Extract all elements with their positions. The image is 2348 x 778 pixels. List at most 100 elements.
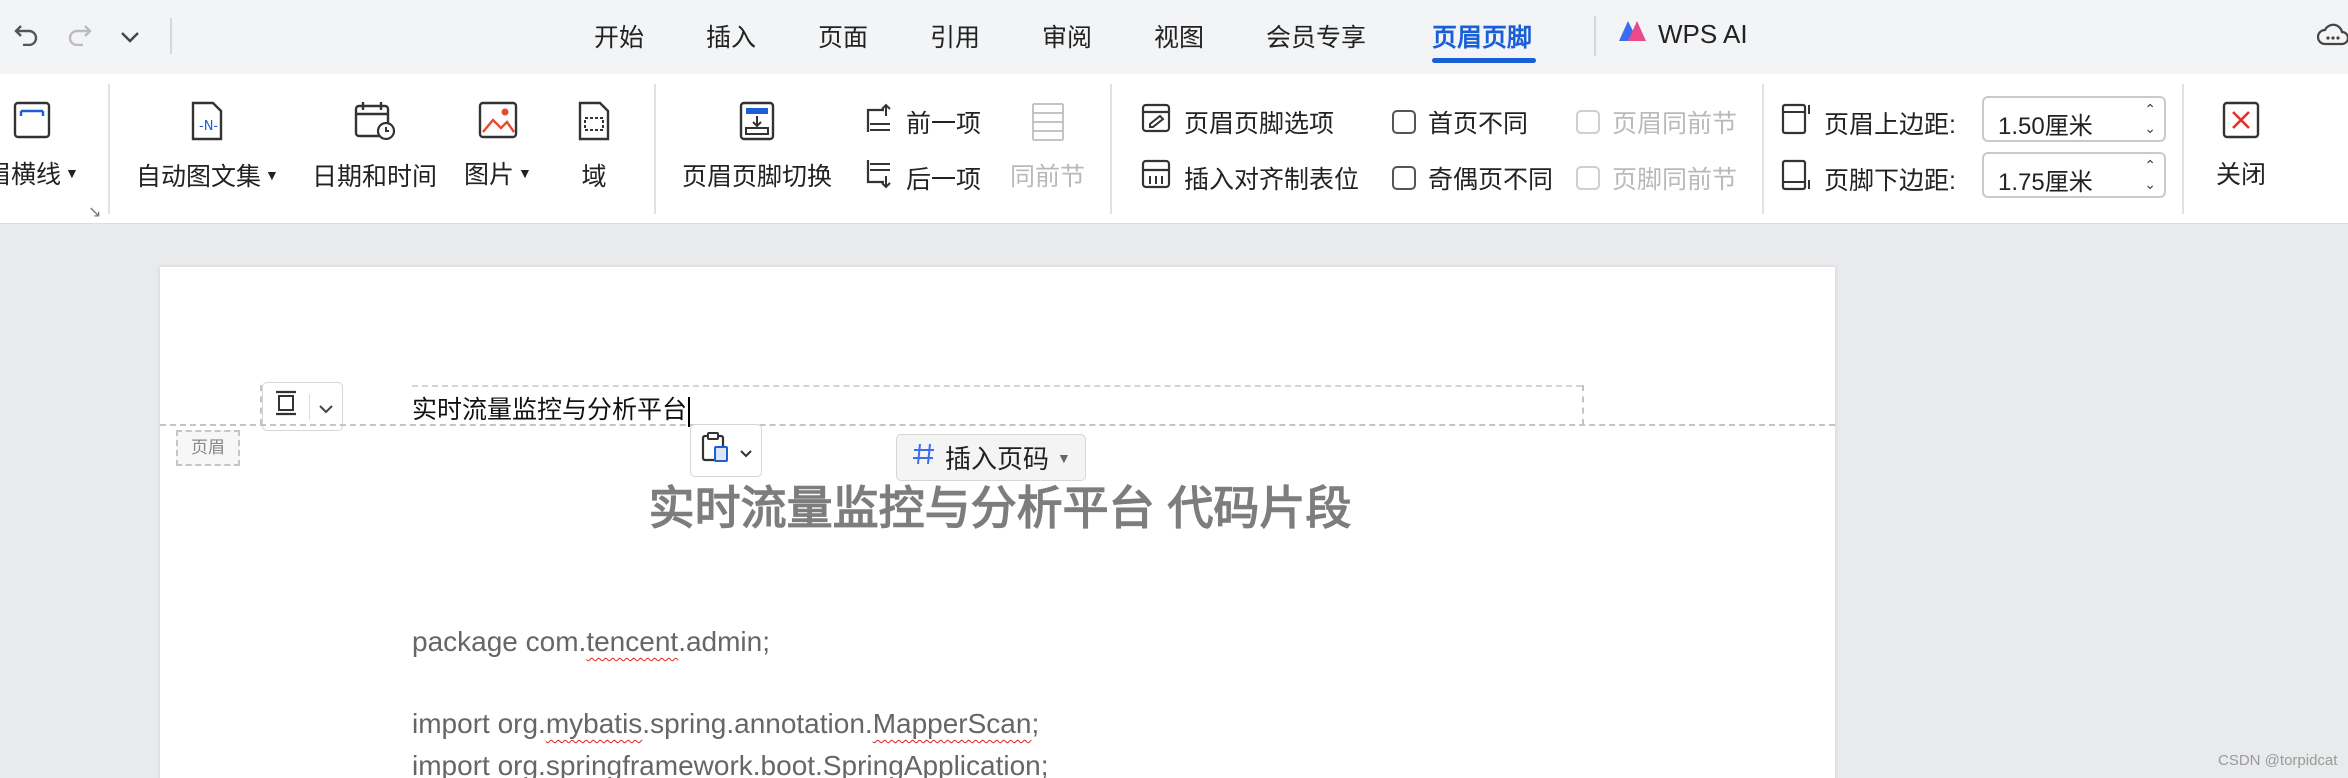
chevron-down-icon: ▼	[518, 165, 532, 181]
checkbox-box[interactable]	[1576, 166, 1600, 190]
tab-view[interactable]: 视图	[1154, 18, 1204, 54]
spin-down-icon[interactable]: ⌄	[2144, 175, 2156, 194]
auto-text-label: 自动图文集	[136, 163, 262, 191]
wps-ai-label: WPS AI	[1658, 19, 1748, 49]
same-as-previous-label: 同前节	[1010, 163, 1086, 191]
active-tab-indicator	[1432, 58, 1536, 63]
cloud-icon[interactable]	[2316, 20, 2348, 55]
header-layout-icon	[271, 389, 301, 424]
divider	[309, 393, 310, 420]
checkbox-box[interactable]	[1392, 110, 1416, 134]
calendar-clock-icon	[353, 100, 397, 149]
code-text: ;	[1031, 708, 1040, 739]
date-time-label: 日期和时间	[312, 163, 438, 191]
first-page-different-checkbox[interactable]: 首页不同	[1392, 104, 1528, 140]
next-item-button[interactable]: 后一项	[864, 158, 981, 197]
chevron-down-icon[interactable]	[118, 22, 142, 54]
same-as-previous-button[interactable]: 同前节	[1010, 100, 1085, 193]
header-top-margin-label: 页眉上边距:	[1824, 110, 1956, 139]
header-area-left-border	[260, 385, 262, 425]
header-footer-options-label: 页眉页脚选项	[1184, 109, 1335, 138]
code-text: .admin;	[678, 626, 771, 657]
header-line-button[interactable]: 眉横线▼	[0, 100, 79, 191]
tab-start[interactable]: 开始	[594, 18, 644, 54]
header-footer-switch-button[interactable]: 页眉页脚切换	[682, 100, 832, 193]
tab-member[interactable]: 会员专享	[1266, 18, 1366, 54]
divider	[170, 18, 172, 54]
divider	[2182, 84, 2184, 214]
odd-even-different-label: 奇偶页不同	[1428, 166, 1554, 194]
paste-options-button[interactable]	[690, 424, 762, 477]
divider	[1762, 84, 1764, 214]
previous-item-button[interactable]: 前一项	[864, 102, 981, 141]
code-text: import org.	[412, 708, 546, 739]
header-area-right-border	[1582, 385, 1584, 425]
wps-ai-logo-icon	[1616, 17, 1648, 52]
header-tag: 页眉	[176, 430, 240, 466]
header-line-label: 眉横线	[0, 161, 62, 189]
footer-bottom-margin-label-group: 页脚下边距:	[1780, 158, 1956, 199]
header-footer-options-button[interactable]: 页眉页脚选项	[1140, 102, 1334, 141]
close-label: 关闭	[2216, 161, 2267, 189]
document-title: 实时流量监控与分析平台 代码片段	[648, 482, 1352, 534]
previous-icon	[864, 102, 894, 141]
checkbox-box[interactable]	[1392, 166, 1416, 190]
header-same-as-previous-checkbox[interactable]: 页眉同前节	[1576, 104, 1737, 140]
field-button[interactable]: 域	[574, 100, 614, 193]
hash-icon	[911, 441, 937, 474]
tab-page[interactable]: 页面	[818, 18, 868, 54]
switch-label: 页眉页脚切换	[682, 163, 833, 191]
code-text: .spring.annotation.	[642, 708, 873, 739]
insert-align-tab-label: 插入对齐制表位	[1184, 165, 1360, 194]
checkbox-box[interactable]	[1576, 110, 1600, 134]
first-page-different-label: 首页不同	[1428, 110, 1529, 138]
footer-same-as-previous-label: 页脚同前节	[1612, 166, 1738, 194]
top-tab-bar: 开始 插入 页面 引用 审阅 视图 会员专享 页眉页脚 WPS AI	[0, 0, 2348, 74]
tab-header-footer[interactable]: 页眉页脚	[1432, 18, 1532, 54]
text-cursor	[688, 396, 691, 427]
spin-up-icon[interactable]: ⌃	[2144, 156, 2156, 175]
spin-up-icon[interactable]: ⌃	[2144, 100, 2156, 119]
header-area-top-border	[412, 385, 1582, 387]
code-line: import org.springframework.boot.SpringAp…	[412, 750, 1049, 778]
switch-icon	[737, 100, 777, 149]
wps-ai-button[interactable]: WPS AI	[1616, 17, 1748, 52]
footer-bottom-margin-label: 页脚下边距:	[1824, 166, 1956, 195]
header-top-margin-value: 1.50厘米	[1998, 113, 2093, 140]
close-header-footer-button[interactable]: 关闭	[2216, 100, 2266, 191]
code-text: package com.	[412, 626, 587, 657]
clipboard-icon	[699, 431, 731, 470]
tab-references[interactable]: 引用	[930, 18, 980, 54]
code-line: package com.tencent.admin;	[412, 626, 770, 658]
spelling-error-word: MapperScan	[872, 708, 1032, 739]
header-top-margin-label-group: 页眉上边距:	[1780, 102, 1956, 143]
divider	[654, 84, 656, 214]
svg-text:-N-: -N-	[199, 119, 218, 134]
tab-insert[interactable]: 插入	[706, 18, 756, 54]
spin-down-icon[interactable]: ⌄	[2144, 119, 2156, 138]
header-top-margin-input[interactable]: 1.50厘米 ⌃ ⌄	[1982, 96, 2166, 142]
divider	[1594, 16, 1596, 56]
picture-button[interactable]: 图片 ▼	[464, 100, 532, 191]
auto-text-button[interactable]: -N- 自动图文集 ▼	[136, 100, 279, 193]
header-text[interactable]: 实时流量监控与分析平台	[412, 390, 691, 427]
field-label: 域	[581, 163, 607, 191]
redo-icon[interactable]	[66, 18, 94, 53]
tab-review[interactable]: 审阅	[1042, 18, 1092, 54]
insert-align-tab-button[interactable]: 插入对齐制表位	[1140, 158, 1359, 197]
code-line: import org.mybatis.spring.annotation.Map…	[412, 708, 1039, 740]
previous-item-label: 前一项	[906, 109, 982, 138]
image-icon	[477, 100, 519, 147]
chevron-down-icon	[318, 391, 334, 422]
header-text-content: 实时流量监控与分析平台	[412, 395, 688, 424]
footer-bottom-margin-input[interactable]: 1.75厘米 ⌃ ⌄	[1982, 152, 2166, 198]
odd-even-different-checkbox[interactable]: 奇偶页不同	[1392, 160, 1553, 196]
footer-margin-icon	[1780, 158, 1812, 199]
dialog-launcher-icon[interactable]: ↘	[88, 202, 101, 222]
footer-same-as-previous-checkbox[interactable]: 页脚同前节	[1576, 160, 1737, 196]
undo-icon[interactable]	[12, 18, 40, 53]
watermark: CSDN @torpidcat	[2218, 752, 2338, 769]
date-time-button[interactable]: 日期和时间	[312, 100, 437, 193]
insert-page-number-label: 插入页码	[945, 444, 1050, 474]
chevron-down-icon: ▼	[65, 165, 79, 181]
